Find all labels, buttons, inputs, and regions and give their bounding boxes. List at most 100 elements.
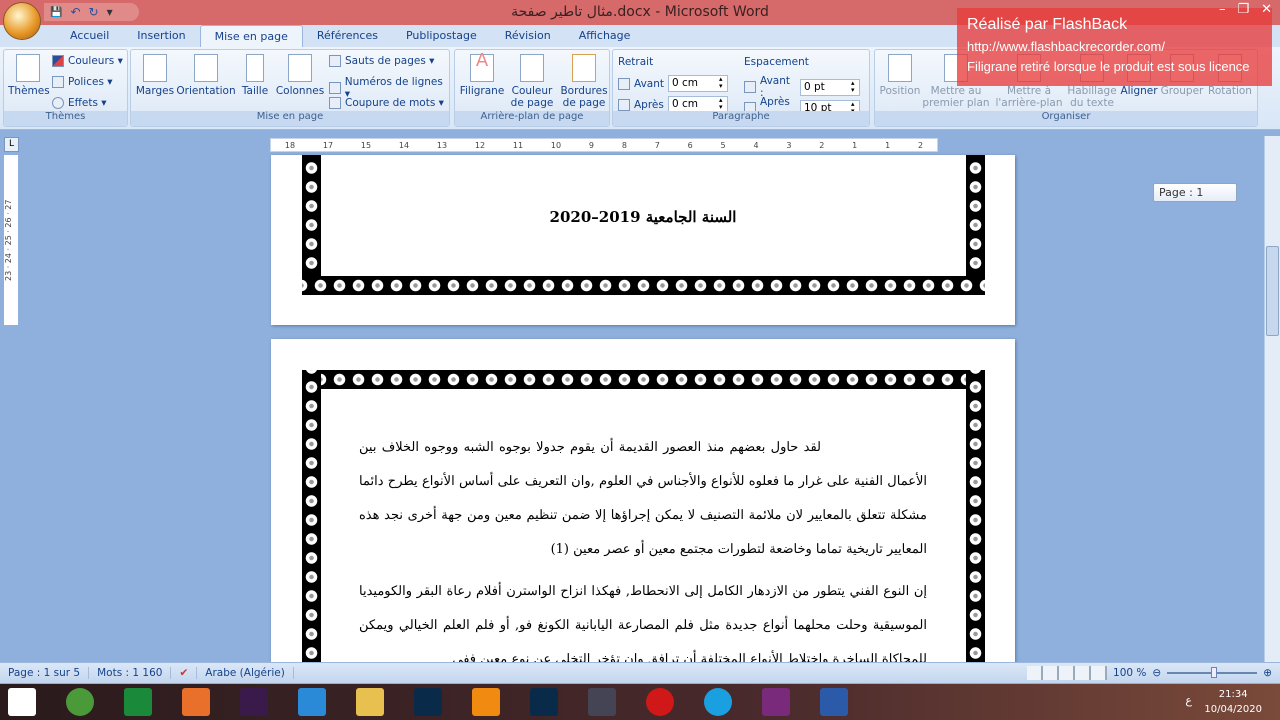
indent-label: Retrait [618, 56, 654, 68]
columns-button[interactable]: Colonnes [275, 54, 325, 97]
tab-revision[interactable]: Révision [491, 25, 565, 47]
restore-button[interactable]: ❐ [1237, 2, 1249, 17]
tab-publipostage[interactable]: Publipostage [392, 25, 491, 47]
tab-mise-en-page[interactable]: Mise en page [199, 25, 303, 47]
group-label: Organiser [875, 111, 1257, 126]
fonts-button[interactable]: Polices ▾ [52, 76, 113, 88]
page-border-left [302, 155, 321, 295]
vertical-scrollbar[interactable] [1264, 136, 1280, 662]
notebook-icon[interactable] [588, 688, 616, 716]
size-button[interactable]: Taille [237, 54, 273, 97]
skype-icon[interactable] [704, 688, 732, 716]
indent-right-icon [618, 98, 630, 111]
flashback-watermark: Réalisé par FlashBack http://www.flashba… [957, 8, 1272, 86]
hyphenation-button[interactable]: Coupure de mots ▾ [329, 97, 444, 109]
tab-insertion[interactable]: Insertion [123, 25, 199, 47]
photoshop-icon[interactable] [414, 688, 442, 716]
ruler-tick: 5 [720, 140, 726, 150]
premiere-icon[interactable] [240, 688, 268, 716]
colors-button[interactable]: Couleurs ▾ [52, 55, 123, 67]
group-label: Mise en page [131, 111, 449, 126]
ruler-tick: 18 [284, 140, 296, 150]
page-border-right [966, 370, 985, 670]
space-before-input[interactable]: 0 pt [800, 78, 860, 96]
group-page-background: AFiligrane Couleur de page ▾ Bordures de… [454, 49, 610, 127]
tab-references[interactable]: Références [303, 25, 392, 47]
redo-icon[interactable]: ↻ [89, 5, 99, 19]
clock[interactable]: 21:34 10/04/2020 [1204, 687, 1262, 717]
indent-before-input[interactable]: 0 cm [668, 75, 728, 92]
space-before-icon [744, 81, 756, 93]
page-border-left [302, 370, 321, 670]
opera-icon[interactable] [646, 688, 674, 716]
page-borders-icon [572, 54, 596, 82]
effects-button[interactable]: Effets ▾ [52, 97, 107, 109]
language[interactable]: Arabe (Algérie) [197, 667, 294, 679]
ruler-tick: 3 [786, 140, 792, 150]
breaks-button[interactable]: Sauts de pages ▾ [329, 55, 434, 67]
tab-affichage[interactable]: Affichage [565, 25, 645, 47]
academic-year-text[interactable]: السنة الجامعية 2019–2020 [471, 208, 815, 226]
ruler-tick: 13 [436, 140, 448, 150]
input-language[interactable]: ع [1185, 694, 1192, 707]
zoom-level[interactable]: 100 % [1113, 667, 1146, 679]
tab-accueil[interactable]: Accueil [56, 25, 123, 47]
office-button[interactable] [3, 2, 41, 40]
customize-qat-icon[interactable]: ▾ [107, 5, 113, 19]
ruler-tick: 15 [360, 140, 372, 150]
zoom-out-button[interactable]: ⊖ [1152, 667, 1161, 679]
store-icon[interactable] [124, 688, 152, 716]
internet-explorer-icon[interactable] [298, 688, 326, 716]
themes-button[interactable]: Thèmes [8, 54, 50, 97]
watermark-button[interactable]: A Filigrane [457, 52, 507, 98]
ruler-tick: 4 [753, 140, 759, 150]
ruler-tick: 6 [687, 140, 693, 150]
horizontal-ruler[interactable]: 18 17 15 14 13 12 11 10 9 8 7 6 5 4 3 2 1 1 2 [270, 138, 938, 152]
windows-start-icon[interactable] [8, 688, 36, 716]
undo-icon[interactable]: ↶ [70, 5, 80, 19]
watermark-icon: A [470, 52, 494, 82]
view-buttons[interactable] [1027, 666, 1108, 680]
save-icon[interactable]: 💾 [50, 7, 62, 18]
spacing-label: Espacement [744, 56, 809, 68]
group-page-setup: Marges Orientation Taille Colonnes Sauts… [130, 49, 450, 127]
zoom-in-button[interactable]: ⊕ [1263, 667, 1272, 679]
orientation-button[interactable]: Orientation [175, 54, 237, 97]
orientation-icon [194, 54, 218, 82]
page-2: لقد حاول بعضهم منذ العصور القديمة أن يقو… [271, 339, 1015, 670]
chrome-icon[interactable] [66, 688, 94, 716]
position-button[interactable]: Position [877, 54, 923, 97]
page-border-right [966, 155, 985, 295]
page-border-top [302, 370, 985, 389]
colors-icon [52, 55, 64, 67]
scrollbar-thumb[interactable] [1266, 246, 1279, 336]
ruler-tick: 17 [322, 140, 334, 150]
page-borders-button[interactable]: Bordures de page [559, 54, 609, 109]
word-count[interactable]: Mots : 1 160 [89, 667, 172, 679]
line-numbers-icon [329, 82, 341, 94]
word-icon[interactable] [820, 688, 848, 716]
firefox-icon[interactable] [182, 688, 210, 716]
position-icon [888, 54, 912, 82]
indent-before: Avant 0 cm [618, 75, 728, 92]
group-paragraph: Retrait Avant0 cm Après0 cm Espacement A… [612, 49, 870, 127]
flashback-recorder-icon[interactable] [762, 688, 790, 716]
ruler-tick: 1 [885, 140, 891, 150]
size-icon [246, 54, 264, 82]
file-explorer-icon[interactable] [356, 688, 384, 716]
status-bar: Page : 1 sur 5 Mots : 1 160 ✔ Arabe (Alg… [0, 662, 1280, 683]
margins-button[interactable]: Marges [135, 54, 175, 97]
photoshop-icon[interactable] [530, 688, 558, 716]
ruler-tick: 2 [917, 140, 924, 150]
ruler-tick: 12 [474, 140, 486, 150]
close-button[interactable]: ✕ [1261, 2, 1272, 17]
taskbar: 21:34 10/04/2020 ع [0, 684, 1280, 720]
paragraph-1[interactable]: لقد حاول بعضهم منذ العصور القديمة أن يقو… [359, 431, 927, 567]
tab-selector[interactable]: L [4, 137, 19, 152]
spellcheck-icon[interactable]: ✔ [171, 667, 198, 679]
minimize-button[interactable]: – [1219, 2, 1226, 17]
zoom-slider[interactable] [1167, 667, 1258, 678]
vertical-ruler[interactable]: 23 · 24 · 25 · 26 · 27 [4, 155, 18, 325]
page-count[interactable]: Page : 1 sur 5 [0, 667, 90, 679]
vlc-icon[interactable] [472, 688, 500, 716]
